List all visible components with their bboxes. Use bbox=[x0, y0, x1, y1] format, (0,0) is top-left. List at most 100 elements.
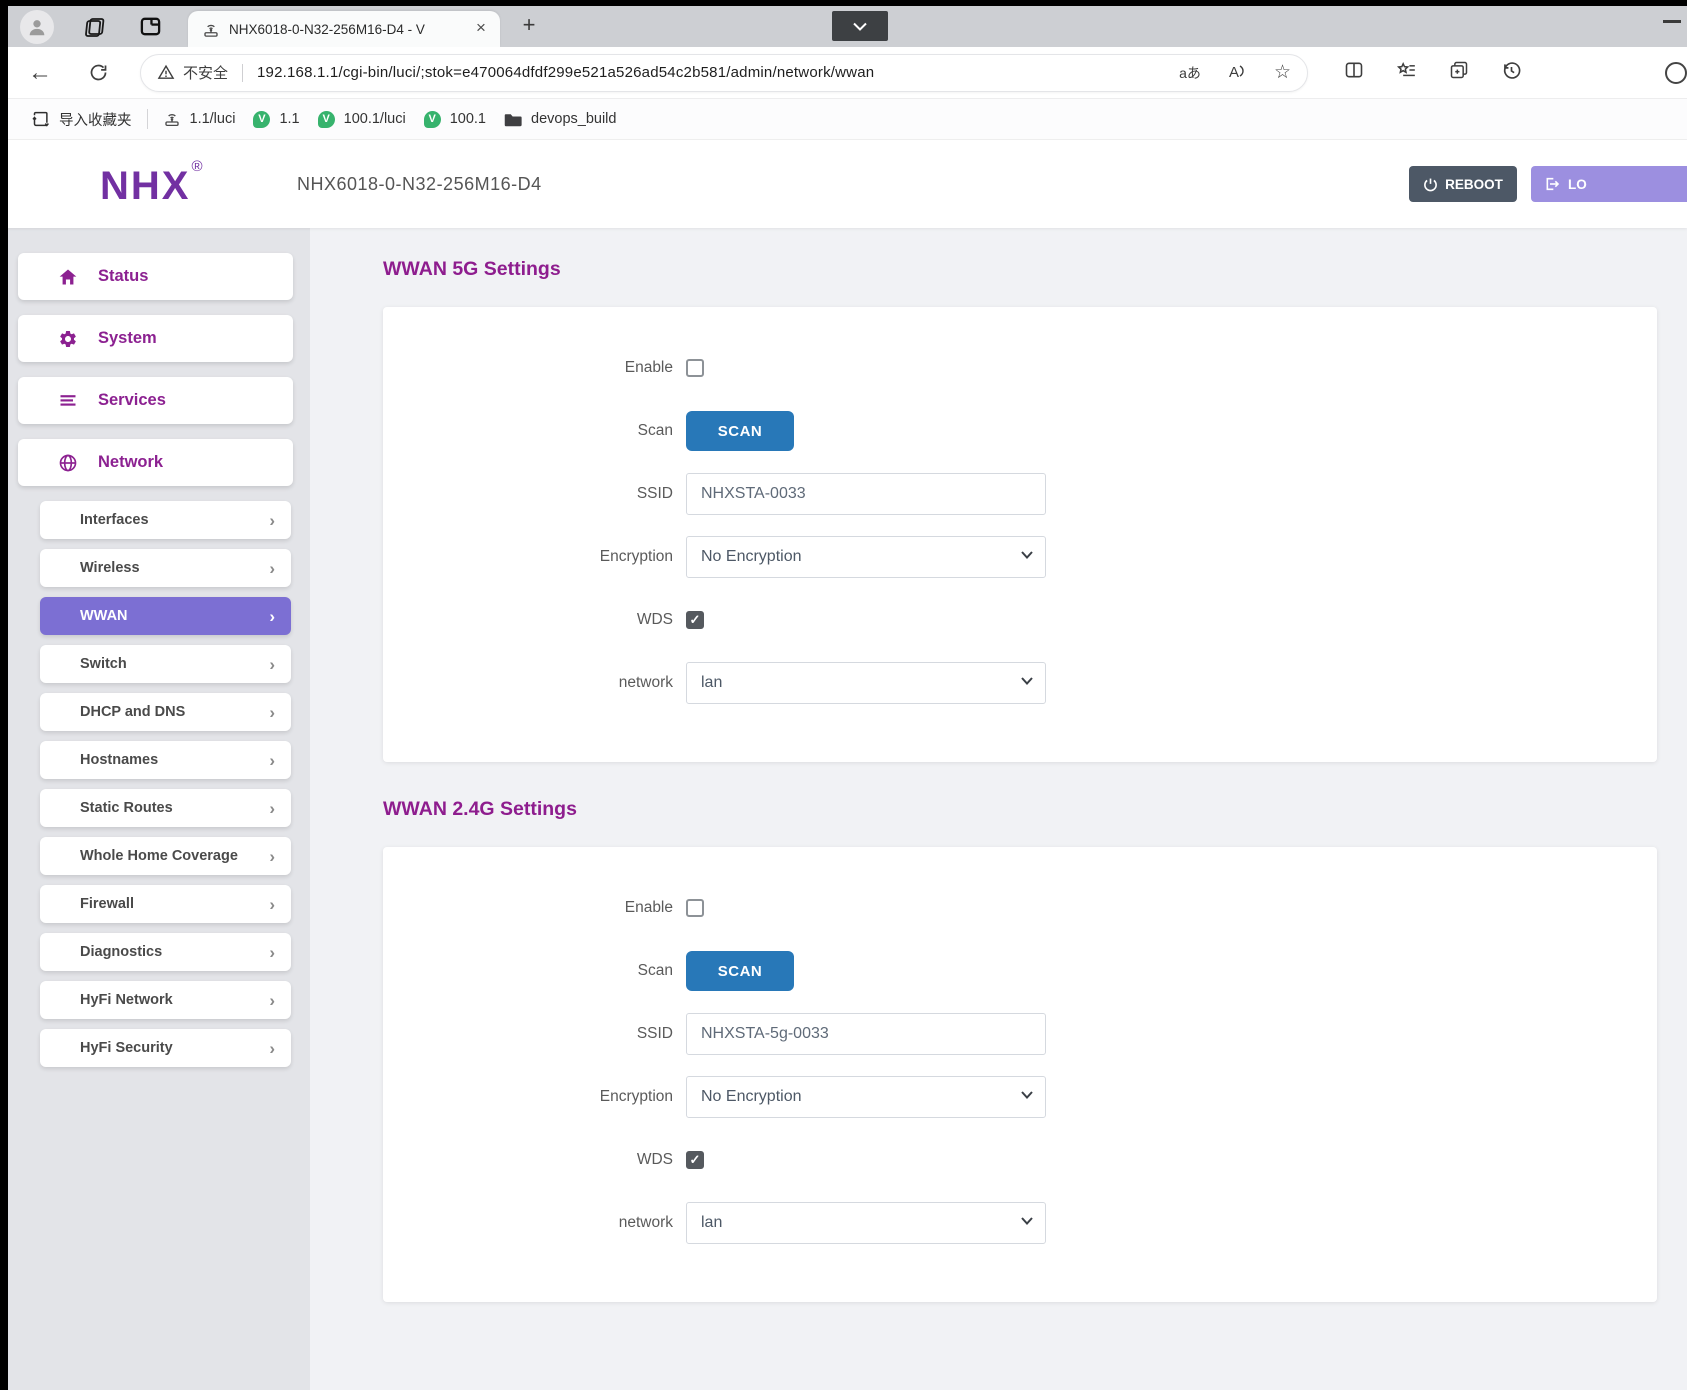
encryption-value: No Encryption bbox=[701, 1088, 802, 1106]
chevron-down-icon bbox=[1021, 1217, 1033, 1225]
section-title-wwan-5g: WWAN 5G Settings bbox=[383, 258, 1657, 281]
warning-icon bbox=[157, 64, 175, 81]
chevron-right-icon: › bbox=[269, 800, 275, 817]
site-security-badge[interactable]: 不安全 bbox=[157, 62, 228, 83]
translate-icon[interactable]: aあ bbox=[1179, 63, 1201, 83]
check-icon: ✓ bbox=[690, 1152, 701, 1168]
read-aloud-icon[interactable]: A bbox=[1229, 64, 1246, 81]
sidebar-item-wwan[interactable]: WWAN › bbox=[40, 597, 291, 635]
browser-tab-bar: NHX6018-0-N32-256M16-D4 - V × + bbox=[8, 6, 1687, 47]
tab-close-icon[interactable]: × bbox=[472, 20, 490, 38]
tab-layout-icon[interactable] bbox=[138, 15, 162, 39]
chevron-down-icon bbox=[1021, 551, 1033, 559]
sidebar-item-label: Status bbox=[98, 267, 148, 286]
sidebar-item-static-routes[interactable]: Static Routes › bbox=[40, 789, 291, 827]
chevron-right-icon: › bbox=[269, 560, 275, 577]
sidebar-item-whole-home-coverage[interactable]: Whole Home Coverage › bbox=[40, 837, 291, 875]
bookmark-item[interactable]: devops_build bbox=[495, 106, 625, 132]
ssid-label: SSID bbox=[383, 485, 673, 503]
sidebar-item-switch[interactable]: Switch › bbox=[40, 645, 291, 683]
tab-title: NHX6018-0-N32-256M16-D4 - V bbox=[229, 22, 472, 37]
minimize-window-button[interactable] bbox=[1663, 20, 1681, 23]
import-favorites-icon bbox=[31, 110, 50, 128]
encryption-select[interactable]: No Encryption bbox=[686, 1076, 1046, 1118]
browser-toolbar: ← 不安全 192.168.1.1/cgi-bin/luci/;stok=e47… bbox=[8, 47, 1687, 99]
sidebar-item-diagnostics[interactable]: Diagnostics › bbox=[40, 933, 291, 971]
refresh-button[interactable] bbox=[84, 59, 112, 87]
sidebar-item-system[interactable]: System bbox=[18, 315, 293, 362]
encryption-value: No Encryption bbox=[701, 548, 802, 566]
chevron-right-icon: › bbox=[269, 512, 275, 529]
wds-checkbox[interactable]: ✓ bbox=[686, 611, 704, 629]
network-label: network bbox=[383, 1214, 673, 1232]
favorites-list-icon[interactable] bbox=[1396, 60, 1417, 85]
logout-button[interactable]: LO bbox=[1531, 166, 1687, 202]
sidebar-item-wireless[interactable]: Wireless › bbox=[40, 549, 291, 587]
scan-label: Scan bbox=[383, 962, 673, 980]
address-bar[interactable]: 不安全 192.168.1.1/cgi-bin/luci/;stok=e4700… bbox=[140, 54, 1308, 92]
encryption-label: Encryption bbox=[383, 548, 673, 566]
scan-button[interactable]: SCAN bbox=[686, 951, 794, 991]
wds-label: WDS bbox=[383, 611, 673, 629]
chevron-right-icon: › bbox=[269, 752, 275, 769]
screen-top-edge bbox=[0, 0, 1687, 6]
bookmark-label: 100.1 bbox=[450, 111, 486, 127]
sidebar-item-dhcp-and-dns[interactable]: DHCP and DNS › bbox=[40, 693, 291, 731]
bookmark-item[interactable]: V 100.1 bbox=[415, 106, 495, 133]
check-icon: ✓ bbox=[690, 612, 701, 628]
history-icon[interactable] bbox=[1501, 60, 1522, 86]
nhx-logo: NHX® bbox=[100, 158, 205, 209]
scan-button[interactable]: SCAN bbox=[686, 411, 794, 451]
split-screen-icon[interactable] bbox=[1344, 60, 1364, 85]
bookmarks-divider bbox=[147, 109, 148, 129]
bookmark-item[interactable]: 1.1/luci bbox=[154, 105, 245, 133]
profile-avatar[interactable] bbox=[20, 10, 54, 44]
logout-icon bbox=[1544, 176, 1560, 192]
encryption-select[interactable]: No Encryption bbox=[686, 536, 1046, 578]
bookmark-item[interactable]: V 1.1 bbox=[244, 106, 308, 133]
chevron-right-icon: › bbox=[269, 656, 275, 673]
sidebar-item-firewall[interactable]: Firewall › bbox=[40, 885, 291, 923]
network-label: network bbox=[383, 674, 673, 692]
security-label: 不安全 bbox=[183, 62, 228, 83]
list-icon bbox=[58, 391, 78, 411]
ssid-input[interactable] bbox=[686, 473, 1046, 515]
import-favorites-button[interactable]: 导入收藏夹 bbox=[22, 104, 141, 135]
chevron-right-icon: › bbox=[269, 944, 275, 961]
bookmark-label: 1.1 bbox=[279, 111, 299, 127]
back-button[interactable]: ← bbox=[26, 59, 54, 87]
chevron-right-icon: › bbox=[269, 896, 275, 913]
network-select[interactable]: lan bbox=[686, 662, 1046, 704]
tab-list-dropdown-button[interactable] bbox=[832, 11, 888, 41]
home-icon bbox=[58, 267, 78, 287]
gear-icon bbox=[58, 329, 78, 349]
sidebar-item-label: Network bbox=[98, 453, 163, 472]
router-icon bbox=[163, 110, 181, 128]
scan-label: Scan bbox=[383, 422, 673, 440]
network-select[interactable]: lan bbox=[686, 1202, 1046, 1244]
sidebar-item-hyfi-security[interactable]: HyFi Security › bbox=[40, 1029, 291, 1067]
sidebar-item-hostnames[interactable]: Hostnames › bbox=[40, 741, 291, 779]
new-tab-button[interactable]: + bbox=[516, 13, 542, 39]
workspaces-icon[interactable] bbox=[84, 15, 108, 39]
sidebar-item-network[interactable]: Network bbox=[18, 439, 293, 486]
ssid-input[interactable] bbox=[686, 1013, 1046, 1055]
favorite-star-icon[interactable]: ☆ bbox=[1274, 61, 1291, 84]
sidebar-item-status[interactable]: Status bbox=[18, 253, 293, 300]
collections-add-icon[interactable] bbox=[1449, 60, 1469, 85]
bookmark-item[interactable]: V 100.1/luci bbox=[309, 106, 415, 133]
sidebar-nav: Status System Services Network Interface… bbox=[8, 228, 310, 1390]
sidebar-item-hyfi-network[interactable]: HyFi Network › bbox=[40, 981, 291, 1019]
bookmark-label: devops_build bbox=[531, 111, 616, 127]
copilot-icon[interactable] bbox=[1665, 62, 1687, 84]
browser-tab[interactable]: NHX6018-0-N32-256M16-D4 - V × bbox=[188, 11, 500, 47]
enable-checkbox[interactable] bbox=[686, 359, 704, 377]
sidebar-item-interfaces[interactable]: Interfaces › bbox=[40, 501, 291, 539]
chevron-right-icon: › bbox=[269, 1040, 275, 1057]
reboot-button[interactable]: REBOOT bbox=[1409, 166, 1517, 202]
enable-checkbox[interactable] bbox=[686, 899, 704, 917]
wds-checkbox[interactable]: ✓ bbox=[686, 1151, 704, 1169]
sidebar-item-services[interactable]: Services bbox=[18, 377, 293, 424]
bookmarks-bar: 导入收藏夹 1.1/luci V 1.1 V 100.1/luci V 100.… bbox=[8, 99, 1687, 140]
v-favicon: V bbox=[424, 111, 441, 128]
